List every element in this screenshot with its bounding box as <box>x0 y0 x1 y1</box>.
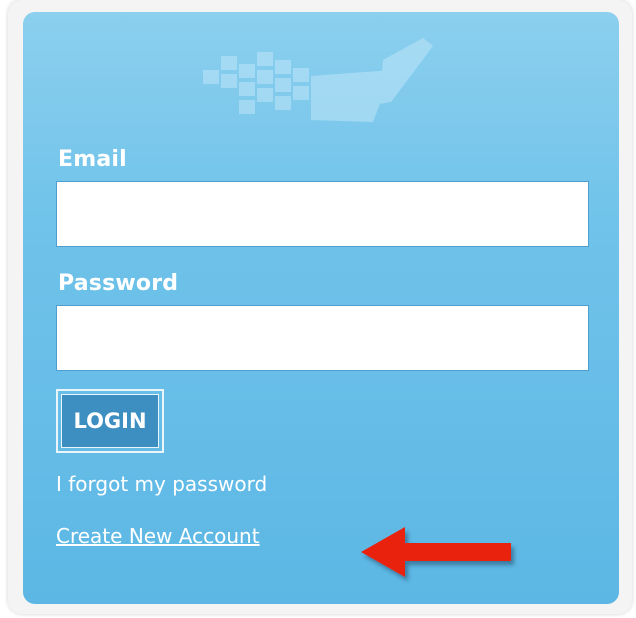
password-label: Password <box>58 271 179 296</box>
email-label: Email <box>58 147 127 172</box>
arrow-left-icon <box>361 527 511 577</box>
password-input[interactable] <box>56 305 589 371</box>
forgot-password-link[interactable]: I forgot my password <box>56 472 267 496</box>
brand-logo-icon <box>203 38 433 122</box>
login-button[interactable]: LOGIN <box>61 394 159 448</box>
login-card-frame: Email Password LOGIN I forgot my passwor… <box>8 0 632 614</box>
login-button-frame: LOGIN <box>56 389 164 453</box>
login-panel: Email Password LOGIN I forgot my passwor… <box>23 12 619 604</box>
create-account-link[interactable]: Create New Account <box>56 524 260 548</box>
email-input[interactable] <box>56 181 589 247</box>
